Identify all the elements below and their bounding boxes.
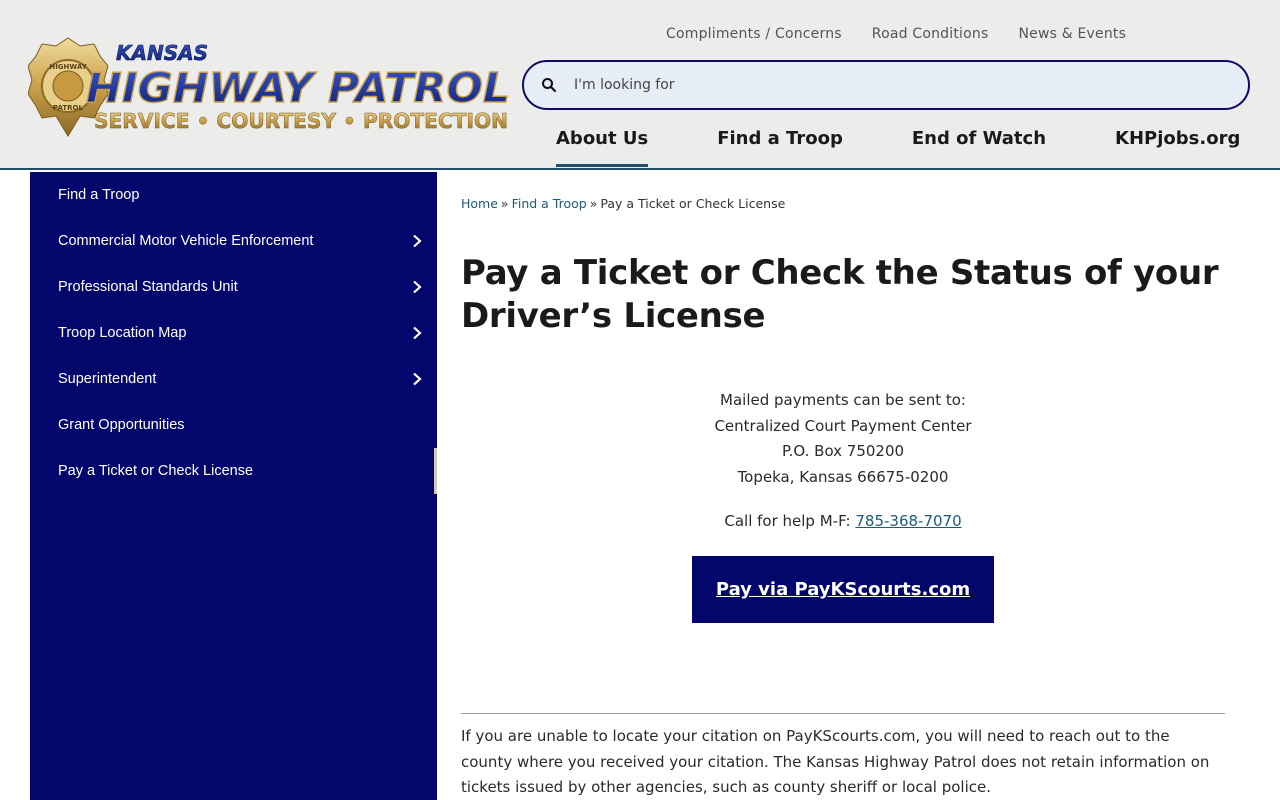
sidebar-item-troop-location-map[interactable]: Troop Location Map [30, 310, 437, 356]
sidebar-nav: Find a Troop Commercial Motor Vehicle En… [30, 172, 437, 800]
nav-khpjobs[interactable]: KHPjobs.org [1115, 128, 1240, 165]
sidebar-item-label: Superintendent [58, 371, 157, 387]
call-prefix: Call for help M-F: [724, 512, 856, 530]
breadcrumb-separator: » [500, 196, 509, 211]
breadcrumb: Home» Find a Troop» Pay a Ticket or Check … [461, 196, 785, 211]
mailing-address: Mailed payments can be sent to: Centrali… [461, 388, 1225, 491]
sidebar-item-grant-opportunities[interactable]: Grant Opportunities [30, 402, 437, 448]
svg-text:HIGHWAY PATROL: HIGHWAY PATROL [86, 64, 510, 112]
sidebar-item-find-a-troop[interactable]: Find a Troop [30, 172, 437, 218]
pay-via-paykscourts-button[interactable]: Pay via PayKScourts.com [692, 556, 994, 623]
page-title: Pay a Ticket or Check the Status of your… [461, 253, 1219, 336]
svg-text:PATROL: PATROL [53, 104, 83, 112]
sidebar-item-label: Commercial Motor Vehicle Enforcement [58, 233, 314, 249]
khp-badge-logo-icon: HIGHWAY PATROL KANSAS HIGHWAY PATROL SER… [28, 37, 511, 137]
citation-note: If you are unable to locate your citatio… [461, 727, 1210, 796]
sidebar-item-label: Find a Troop [58, 187, 140, 203]
main-nav: About Us Find a Troop End of Watch KHPjo… [556, 128, 1240, 167]
site-header: HIGHWAY PATROL KANSAS HIGHWAY PATROL SER… [0, 0, 1280, 170]
mail-city: Topeka, Kansas 66675-0200 [737, 468, 949, 487]
mail-po-box: P.O. Box 750200 [781, 442, 905, 461]
chevron-right-icon[interactable] [411, 280, 423, 294]
utility-nav: Compliments / Concerns Road Conditions N… [666, 26, 1126, 42]
nav-find-a-troop[interactable]: Find a Troop [717, 128, 843, 165]
search-input[interactable] [574, 77, 1214, 93]
chevron-right-icon[interactable] [411, 234, 423, 248]
utility-link-compliments[interactable]: Compliments / Concerns [666, 26, 842, 42]
mail-recipient: Centralized Court Payment Center [714, 416, 972, 435]
mail-intro: Mailed payments can be sent to: [720, 391, 966, 409]
chevron-right-icon[interactable] [411, 372, 423, 386]
breadcrumb-find-a-troop[interactable]: Find a Troop [512, 196, 587, 211]
help-phone-line: Call for help M-F: 785-368-7070 [461, 512, 1225, 530]
svg-text:SERVICE • COURTESY • PROTECTIO: SERVICE • COURTESY • PROTECTION [94, 109, 508, 133]
sidebar-item-professional-standards[interactable]: Professional Standards Unit [30, 264, 437, 310]
breadcrumb-separator: » [589, 196, 598, 211]
svg-text:KANSAS: KANSAS [116, 41, 208, 65]
search-bar [522, 60, 1250, 110]
breadcrumb-home[interactable]: Home [461, 196, 498, 211]
nav-end-of-watch[interactable]: End of Watch [912, 128, 1046, 165]
content-divider [461, 713, 1225, 714]
breadcrumb-current: Pay a Ticket or Check License [600, 196, 786, 211]
chevron-right-icon[interactable] [411, 326, 423, 340]
utility-link-news-events[interactable]: News & Events [1018, 26, 1126, 42]
sidebar-item-label: Professional Standards Unit [58, 279, 238, 295]
svg-text:HIGHWAY: HIGHWAY [49, 63, 87, 71]
search-icon[interactable] [524, 77, 574, 93]
nav-about-us[interactable]: About Us [556, 128, 649, 167]
sidebar-item-label: Grant Opportunities [58, 417, 185, 433]
sidebar-item-pay-ticket[interactable]: Pay a Ticket or Check License [30, 448, 437, 494]
sidebar-item-superintendent[interactable]: Superintendent [30, 356, 437, 402]
khp-logo[interactable]: HIGHWAY PATROL KANSAS HIGHWAY PATROL SER… [28, 36, 514, 142]
sidebar-item-cmv-enforcement[interactable]: Commercial Motor Vehicle Enforcement [30, 218, 437, 264]
utility-link-road-conditions[interactable]: Road Conditions [872, 26, 989, 42]
phone-link[interactable]: 785-368-7070 [855, 512, 961, 530]
sidebar-item-label: Troop Location Map [58, 325, 187, 341]
sidebar-item-label: Pay a Ticket or Check License [58, 463, 254, 479]
